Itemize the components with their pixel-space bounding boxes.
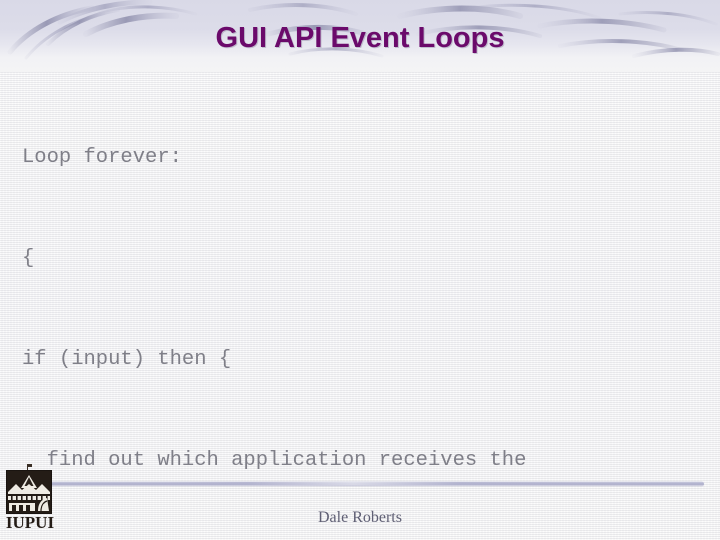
footer-divider [44, 481, 704, 487]
code-line: if (input) then { [22, 347, 232, 371]
pavilion-icon [6, 470, 52, 514]
slide-title: GUI API Event Loops [215, 22, 505, 54]
code-line: find out which application receives the [22, 448, 527, 472]
code-line: { [22, 246, 35, 270]
slide-canvas: GUI API Event Loops Loop forever: { if (… [0, 0, 720, 540]
pseudocode-block: Loop forever: { if (input) then { find o… [0, 74, 720, 540]
iupui-logo: IUPUI [2, 464, 58, 538]
logo-wordmark: IUPUI [5, 513, 55, 532]
footer-author: Dale Roberts [318, 509, 402, 526]
code-line: Loop forever: [22, 146, 182, 170]
